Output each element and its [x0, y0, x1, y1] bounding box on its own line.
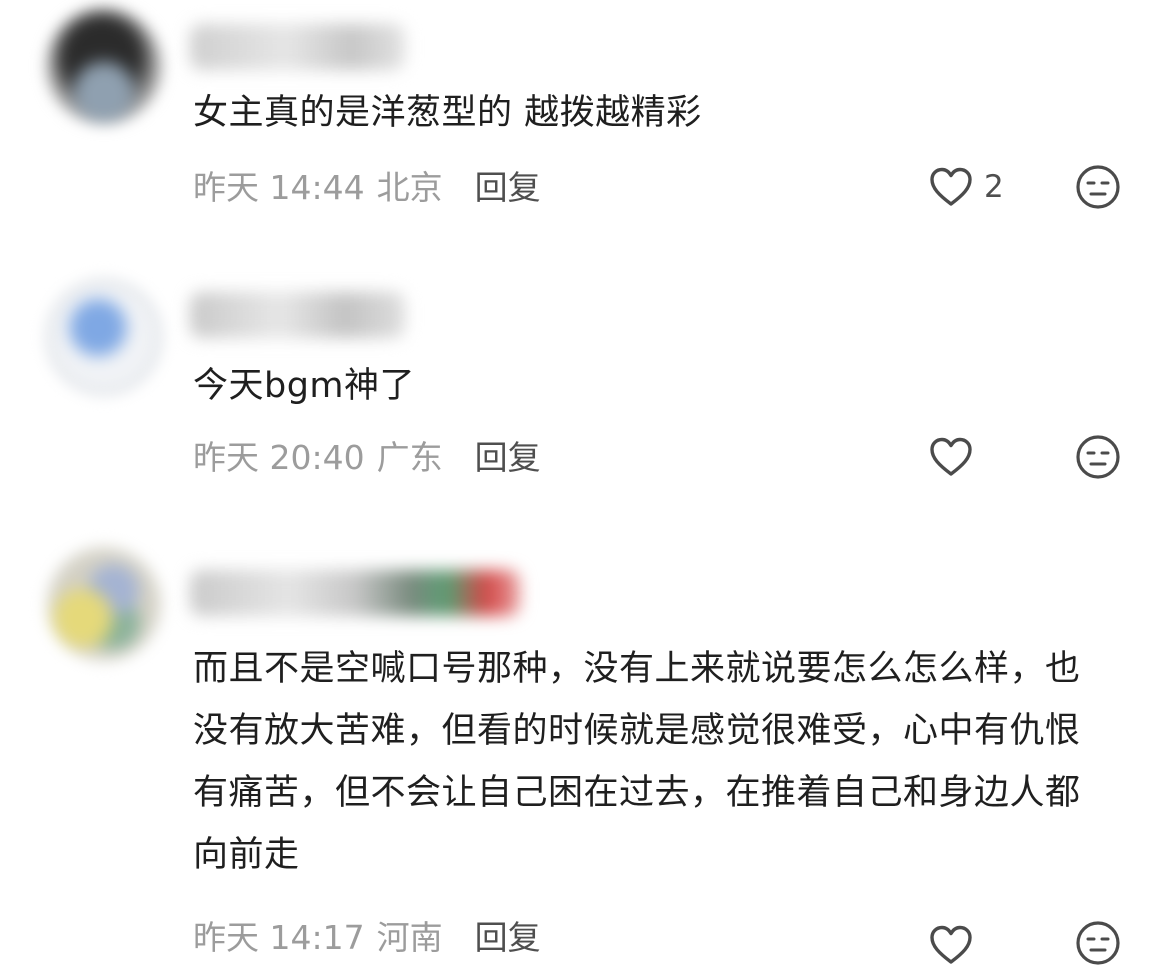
comment-meta: 昨天 20:40 广东 回复 [193, 430, 541, 480]
heart-outline-icon [930, 437, 972, 476]
user-avatar[interactable] [45, 545, 163, 663]
like-button[interactable] [928, 432, 984, 482]
comment-time: 昨天 20:40 [193, 438, 365, 477]
username-redacted[interactable] [190, 570, 520, 616]
comment-text: 而且不是空喊口号那种，没有上来就说要怎么怎么样，也没有放大苦难，但看的时候就是感… [193, 649, 1081, 875]
comment-text: 今天bgm神了 [193, 366, 416, 406]
username-redacted[interactable] [190, 24, 405, 70]
comment-time: 昨天 14:44 [193, 168, 365, 207]
heart-outline-icon [930, 167, 972, 206]
like-button[interactable]: 2 [928, 162, 1004, 212]
comment-location: 广东 [376, 438, 443, 477]
neutral-face-icon [1076, 165, 1120, 209]
comment-location: 北京 [376, 168, 443, 207]
reply-button[interactable]: 回复 [475, 911, 541, 959]
comment-meta: 昨天 14:44 北京 回复 [193, 160, 541, 210]
reply-button[interactable]: 回复 [475, 161, 541, 209]
comment-time: 昨天 14:17 [193, 918, 365, 957]
heart-outline-icon [930, 925, 972, 964]
like-button[interactable] [928, 920, 984, 970]
user-avatar[interactable] [45, 7, 163, 125]
user-avatar[interactable] [45, 278, 163, 396]
comment-location: 河南 [376, 918, 443, 957]
dislike-button[interactable] [1075, 920, 1121, 966]
comment-text: 女主真的是洋葱型的 越拨越精彩 [193, 93, 702, 133]
neutral-face-icon [1076, 921, 1120, 965]
reply-button[interactable]: 回复 [475, 431, 541, 479]
dislike-button[interactable] [1075, 164, 1121, 210]
like-count: 2 [984, 169, 1004, 205]
neutral-face-icon [1076, 435, 1120, 479]
dislike-button[interactable] [1075, 434, 1121, 480]
username-redacted[interactable] [190, 292, 405, 338]
comment-meta: 昨天 14:17 河南 回复 [193, 910, 541, 960]
